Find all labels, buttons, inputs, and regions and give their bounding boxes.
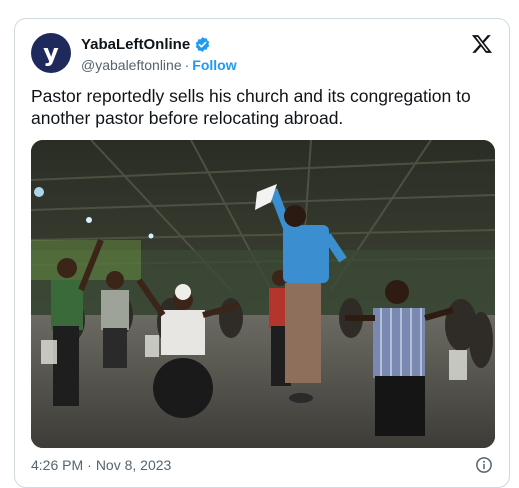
- handle-row: @yabaleftonline · Follow: [81, 57, 237, 73]
- tweet-card[interactable]: y YabaLeftOnline @yabaleftonline · Follow …: [14, 18, 510, 488]
- verified-badge-icon: [196, 37, 210, 52]
- handle[interactable]: @yabaleftonline: [81, 57, 182, 73]
- timestamp-row[interactable]: 4:26 PM · Nov 8, 2023: [31, 457, 171, 473]
- tweet-photo[interactable]: [31, 140, 495, 448]
- avatar-letter: y: [43, 39, 59, 67]
- follow-button[interactable]: Follow: [192, 57, 236, 73]
- time-separator: ·: [87, 457, 92, 473]
- x-logo-icon[interactable]: [471, 33, 493, 55]
- handle-separator: ·: [184, 57, 190, 73]
- info-icon[interactable]: [475, 456, 493, 474]
- tweet-time: 4:26 PM: [31, 457, 84, 473]
- avatar[interactable]: y: [31, 33, 71, 73]
- church-crowd-photo: [31, 140, 495, 448]
- floor: [31, 315, 495, 448]
- name-row: YabaLeftOnline: [81, 36, 211, 53]
- display-name[interactable]: YabaLeftOnline: [81, 36, 190, 53]
- tweet-text: Pastor reportedly sells his church and i…: [31, 86, 471, 128]
- tweet-date: Nov 8, 2023: [95, 457, 172, 473]
